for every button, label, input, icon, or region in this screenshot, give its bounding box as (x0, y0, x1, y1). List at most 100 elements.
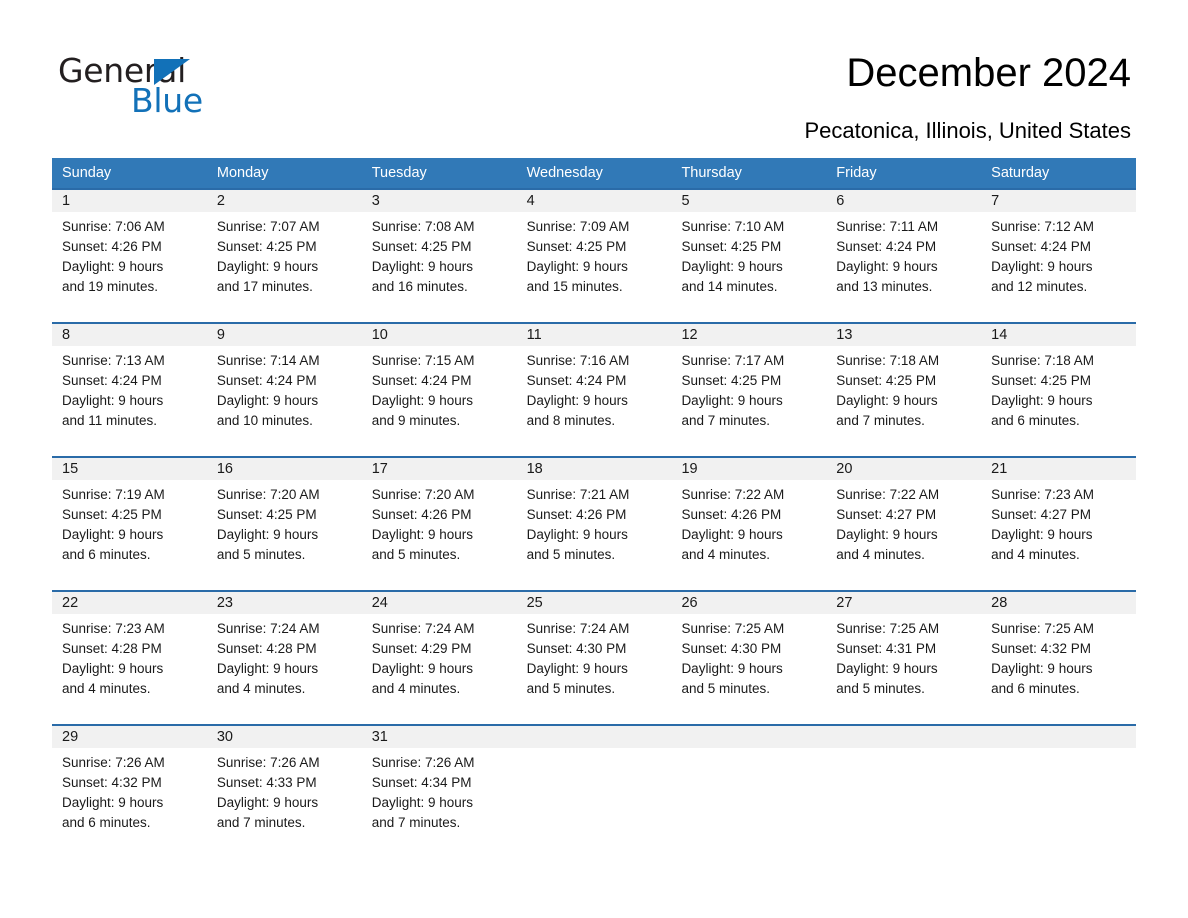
daylight-text-line2: and 7 minutes. (681, 413, 770, 428)
day-details: Sunrise: 7:23 AM Sunset: 4:28 PM Dayligh… (52, 614, 207, 699)
daylight-text-line1: Daylight: 9 hours (371, 393, 474, 408)
daylight-text-line2: and 6 minutes. (62, 815, 151, 830)
calendar-day-7[interactable]: 7 Sunrise: 7:12 AM Sunset: 4:24 PM Dayli… (981, 190, 1137, 322)
day-details: Sunrise: 7:25 AM Sunset: 4:30 PM Dayligh… (671, 614, 826, 699)
calendar-day-20[interactable]: 20 Sunrise: 7:22 AM Sunset: 4:27 PM Dayl… (826, 458, 982, 590)
day-details: Sunrise: 7:25 AM Sunset: 4:31 PM Dayligh… (826, 614, 981, 699)
calendar-day-10[interactable]: 10 Sunrise: 7:15 AM Sunset: 4:24 PM Dayl… (361, 324, 517, 456)
calendar-day-1[interactable]: 1 Sunrise: 7:06 AM Sunset: 4:26 PM Dayli… (52, 190, 207, 322)
calendar-day-2[interactable]: 2 Sunrise: 7:07 AM Sunset: 4:25 PM Dayli… (206, 190, 362, 322)
calendar-week-row-5: 29 Sunrise: 7:26 AM Sunset: 4:32 PM Dayl… (52, 724, 1137, 860)
daylight-text-line1: Daylight: 9 hours (62, 259, 164, 274)
calendar-day-26[interactable]: 26 Sunrise: 7:25 AM Sunset: 4:30 PM Dayl… (671, 592, 827, 724)
daylight-text-line1: Daylight: 9 hours (526, 527, 628, 542)
sunset-text: Sunset: 4:31 PM (836, 641, 937, 656)
calendar-day-14[interactable]: 14 Sunrise: 7:18 AM Sunset: 4:25 PM Dayl… (981, 324, 1137, 456)
sunrise-text: Sunrise: 7:08 AM (371, 219, 475, 234)
calendar-day-6[interactable]: 6 Sunrise: 7:11 AM Sunset: 4:24 PM Dayli… (826, 190, 982, 322)
daylight-text-line1: Daylight: 9 hours (371, 259, 474, 274)
day-number: 24 (371, 595, 388, 611)
day-number: 26 (681, 595, 698, 611)
sunset-text: Sunset: 4:25 PM (371, 239, 472, 254)
sunset-text: Sunset: 4:27 PM (836, 507, 937, 522)
calendar-day-31[interactable]: 31 Sunrise: 7:26 AM Sunset: 4:34 PM Dayl… (361, 726, 517, 860)
sunrise-text: Sunrise: 7:06 AM (62, 219, 165, 234)
calendar-day-29[interactable]: 29 Sunrise: 7:26 AM Sunset: 4:32 PM Dayl… (52, 726, 207, 860)
day-details: Sunrise: 7:08 AM Sunset: 4:25 PM Dayligh… (362, 212, 517, 297)
daylight-text-line1: Daylight: 9 hours (681, 393, 783, 408)
day-number-band: 30 (206, 726, 362, 748)
day-number-band (826, 726, 982, 748)
day-number: 7 (991, 193, 1000, 209)
day-details: Sunrise: 7:26 AM Sunset: 4:34 PM Dayligh… (362, 748, 517, 833)
day-details: Sunrise: 7:09 AM Sunset: 4:25 PM Dayligh… (517, 212, 672, 297)
day-number-band: 13 (826, 324, 982, 346)
sunrise-text: Sunrise: 7:09 AM (526, 219, 630, 234)
daylight-text-line1: Daylight: 9 hours (836, 393, 938, 408)
daylight-text-line2: and 5 minutes. (681, 681, 770, 696)
daylight-text-line1: Daylight: 9 hours (62, 527, 164, 542)
day-number-band: 19 (671, 458, 827, 480)
calendar-day-18[interactable]: 18 Sunrise: 7:21 AM Sunset: 4:26 PM Dayl… (516, 458, 672, 590)
calendar-day-8[interactable]: 8 Sunrise: 7:13 AM Sunset: 4:24 PM Dayli… (52, 324, 207, 456)
sunrise-text: Sunrise: 7:14 AM (216, 353, 320, 368)
sunset-text: Sunset: 4:24 PM (371, 373, 472, 388)
day-details: Sunrise: 7:20 AM Sunset: 4:26 PM Dayligh… (362, 480, 517, 565)
day-details: Sunrise: 7:14 AM Sunset: 4:24 PM Dayligh… (207, 346, 362, 431)
daylight-text-line2: and 7 minutes. (371, 815, 461, 830)
weekday-header-sunday: Sunday (62, 165, 112, 181)
day-details: Sunrise: 7:12 AM Sunset: 4:24 PM Dayligh… (981, 212, 1136, 297)
day-details (981, 748, 1136, 753)
location-subtitle: Pecatonica, Illinois, United States (804, 118, 1131, 143)
sunset-text: Sunset: 4:30 PM (681, 641, 782, 656)
calendar-day-25[interactable]: 25 Sunrise: 7:24 AM Sunset: 4:30 PM Dayl… (516, 592, 672, 724)
day-number-band: 11 (516, 324, 672, 346)
day-number: 11 (526, 327, 542, 343)
calendar-day-30[interactable]: 30 Sunrise: 7:26 AM Sunset: 4:33 PM Dayl… (206, 726, 362, 860)
sunrise-text: Sunrise: 7:15 AM (371, 353, 475, 368)
calendar-day-23[interactable]: 23 Sunrise: 7:24 AM Sunset: 4:28 PM Dayl… (206, 592, 362, 724)
calendar-week-row-2: 8 Sunrise: 7:13 AM Sunset: 4:24 PM Dayli… (52, 322, 1137, 456)
day-number-band: 5 (671, 190, 827, 212)
daylight-text-line1: Daylight: 9 hours (62, 795, 164, 810)
calendar-day-5[interactable]: 5 Sunrise: 7:10 AM Sunset: 4:25 PM Dayli… (671, 190, 827, 322)
sunrise-text: Sunrise: 7:07 AM (216, 219, 320, 234)
day-number: 2 (216, 193, 225, 209)
calendar-day-19[interactable]: 19 Sunrise: 7:22 AM Sunset: 4:26 PM Dayl… (671, 458, 827, 590)
daylight-text-line1: Daylight: 9 hours (526, 259, 628, 274)
calendar-day-13[interactable]: 13 Sunrise: 7:18 AM Sunset: 4:25 PM Dayl… (826, 324, 982, 456)
sunset-text: Sunset: 4:32 PM (62, 775, 162, 790)
calendar-day-15[interactable]: 15 Sunrise: 7:19 AM Sunset: 4:25 PM Dayl… (52, 458, 207, 590)
sunset-text: Sunset: 4:25 PM (991, 373, 1091, 388)
day-number: 4 (526, 193, 535, 209)
calendar-day-28[interactable]: 28 Sunrise: 7:25 AM Sunset: 4:32 PM Dayl… (981, 592, 1137, 724)
day-number: 25 (526, 595, 543, 611)
daylight-text-line2: and 16 minutes. (371, 279, 468, 294)
daylight-text-line2: and 8 minutes. (526, 413, 616, 428)
day-number: 13 (836, 327, 853, 343)
calendar-week-row-1: 1 Sunrise: 7:06 AM Sunset: 4:26 PM Dayli… (52, 188, 1137, 322)
calendar-day-3[interactable]: 3 Sunrise: 7:08 AM Sunset: 4:25 PM Dayli… (361, 190, 517, 322)
daylight-text-line2: and 4 minutes. (991, 547, 1080, 562)
general-blue-logo[interactable]: General Blue (58, 52, 288, 120)
calendar-day-12[interactable]: 12 Sunrise: 7:17 AM Sunset: 4:25 PM Dayl… (671, 324, 827, 456)
day-number: 6 (836, 193, 845, 209)
calendar-day-22[interactable]: 22 Sunrise: 7:23 AM Sunset: 4:28 PM Dayl… (52, 592, 207, 724)
calendar-day-16[interactable]: 16 Sunrise: 7:20 AM Sunset: 4:25 PM Dayl… (206, 458, 362, 590)
calendar-day-27[interactable]: 27 Sunrise: 7:25 AM Sunset: 4:31 PM Dayl… (826, 592, 982, 724)
weekday-header-saturday: Saturday (991, 165, 1050, 181)
sunrise-text: Sunrise: 7:21 AM (526, 487, 630, 502)
calendar-day-24[interactable]: 24 Sunrise: 7:24 AM Sunset: 4:29 PM Dayl… (361, 592, 517, 724)
day-number-band: 20 (826, 458, 982, 480)
daylight-text-line1: Daylight: 9 hours (681, 259, 783, 274)
day-number-band: 14 (981, 324, 1137, 346)
calendar-day-9[interactable]: 9 Sunrise: 7:14 AM Sunset: 4:24 PM Dayli… (206, 324, 362, 456)
daylight-text-line2: and 4 minutes. (216, 681, 306, 696)
calendar-day-11[interactable]: 11 Sunrise: 7:16 AM Sunset: 4:24 PM Dayl… (516, 324, 672, 456)
day-number-band: 4 (516, 190, 672, 212)
calendar-day-17[interactable]: 17 Sunrise: 7:20 AM Sunset: 4:26 PM Dayl… (361, 458, 517, 590)
daylight-text-line1: Daylight: 9 hours (836, 259, 938, 274)
day-details: Sunrise: 7:24 AM Sunset: 4:29 PM Dayligh… (362, 614, 517, 699)
calendar-day-21[interactable]: 21 Sunrise: 7:23 AM Sunset: 4:27 PM Dayl… (981, 458, 1137, 590)
calendar-day-4[interactable]: 4 Sunrise: 7:09 AM Sunset: 4:25 PM Dayli… (516, 190, 672, 322)
